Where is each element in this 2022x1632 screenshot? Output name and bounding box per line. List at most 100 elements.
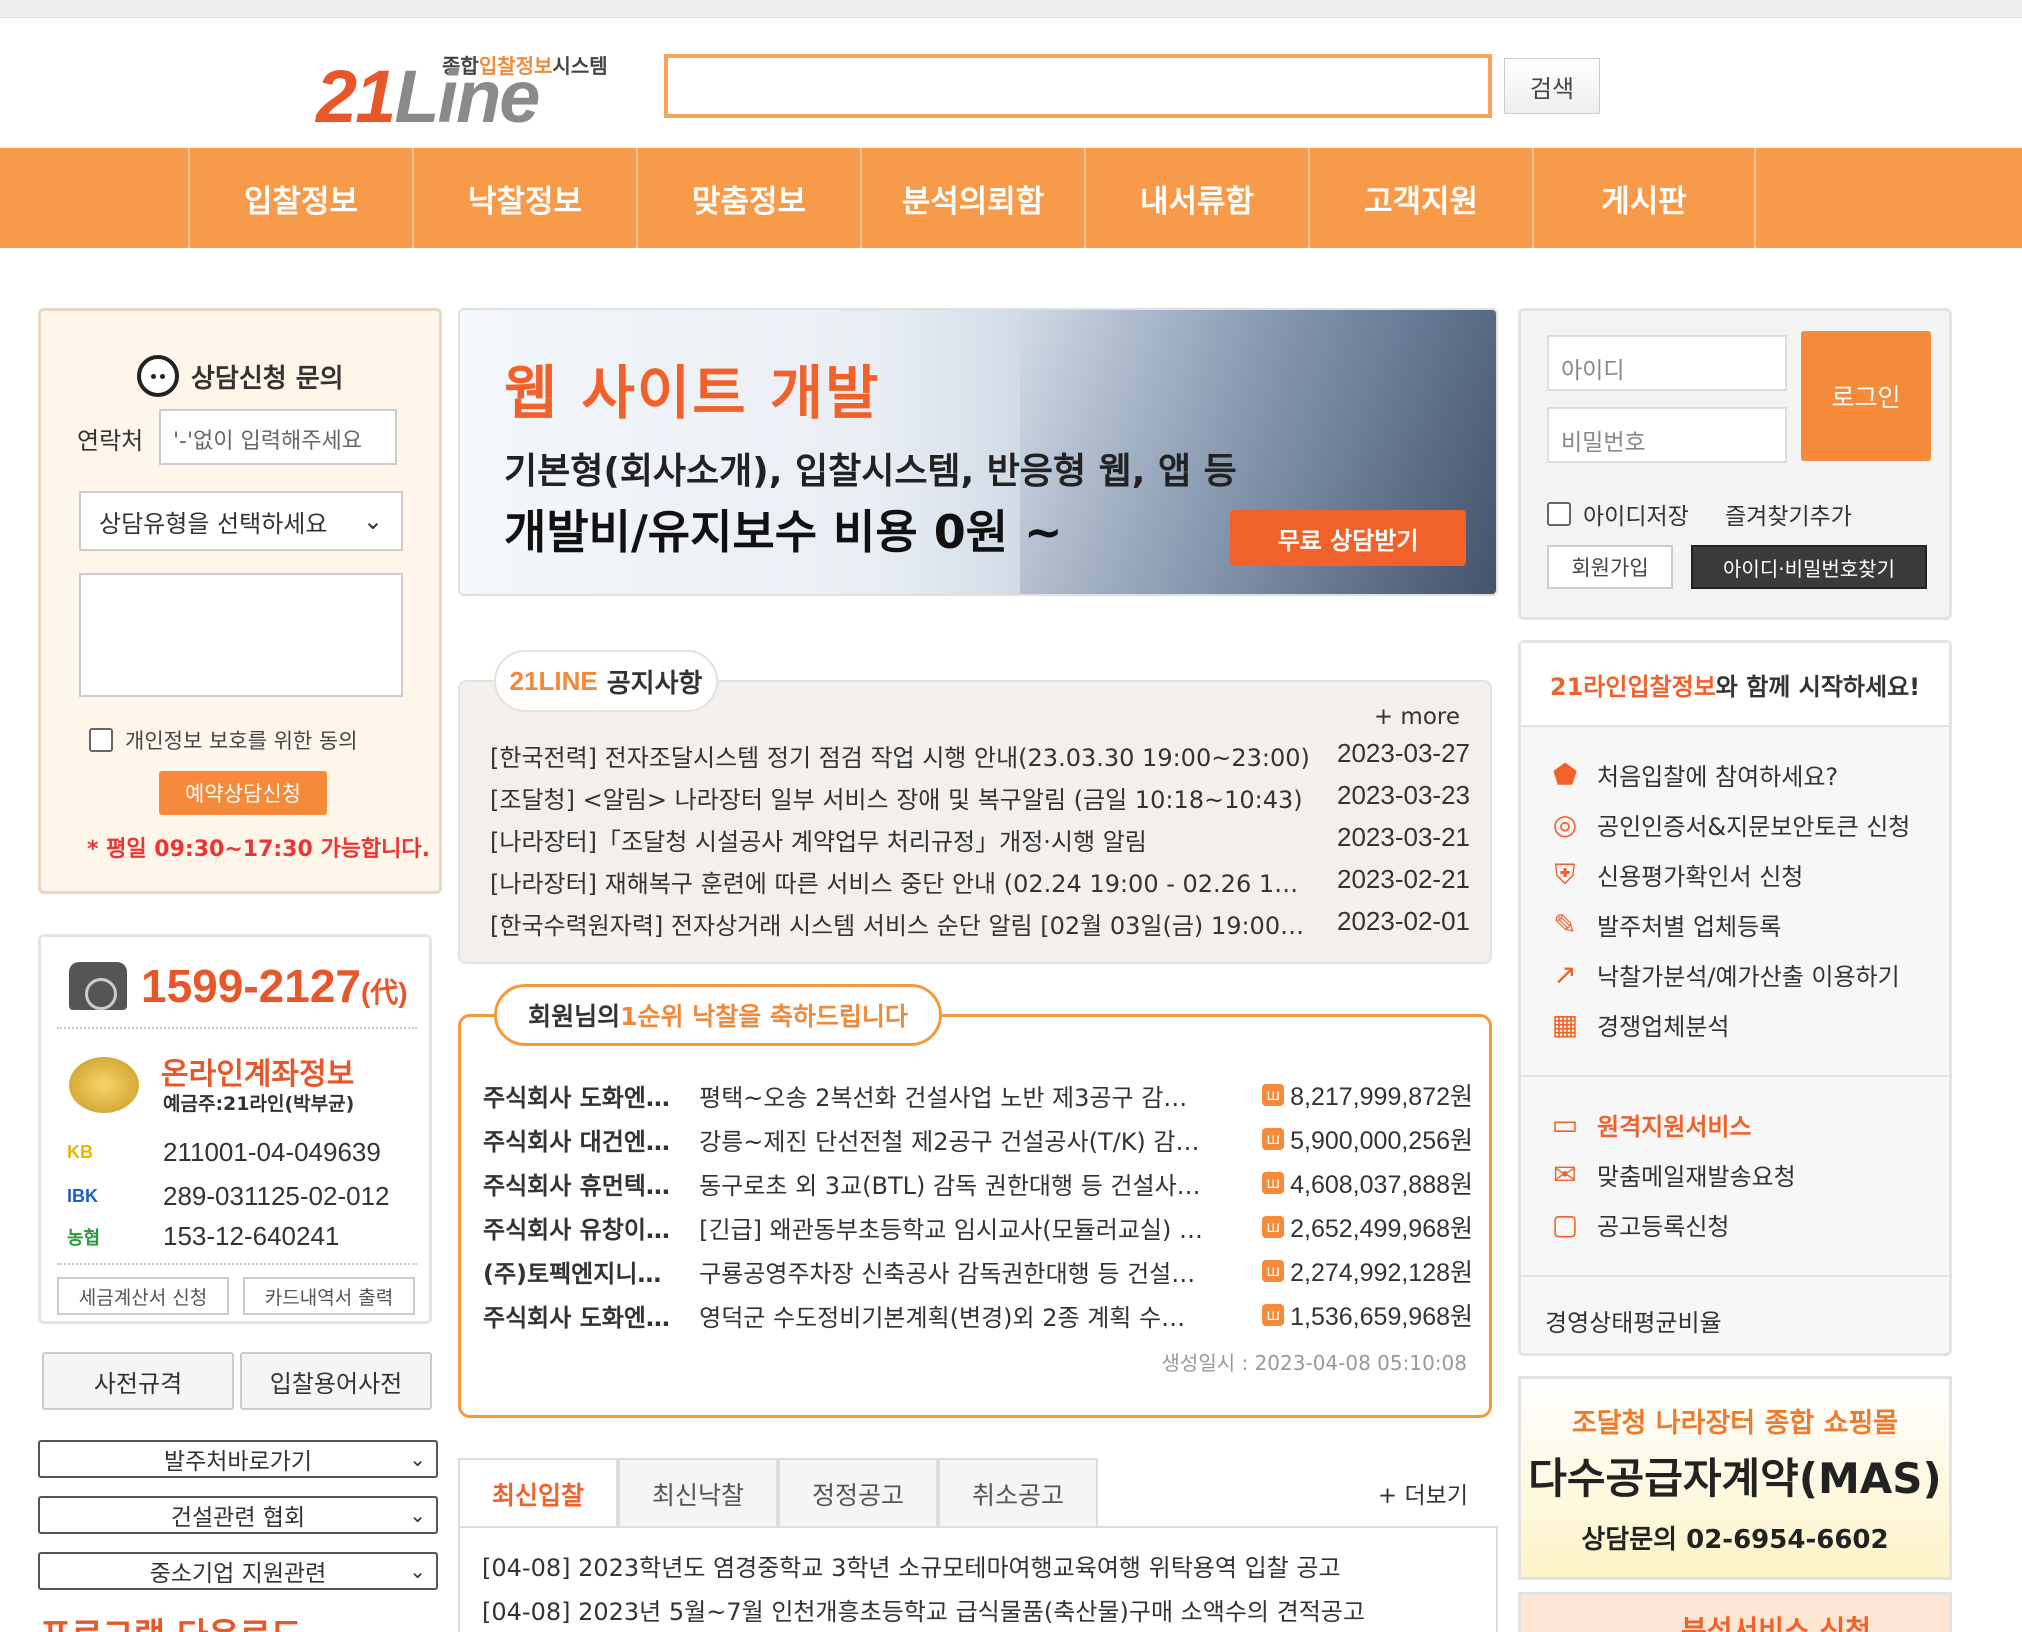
nav-board[interactable]: 게시판 xyxy=(1532,148,1756,248)
fingerprint-icon: ◎ xyxy=(1552,808,1578,841)
won-icon: ш xyxy=(1262,1172,1285,1194)
guide-client-register[interactable]: ✎ 발주처별 업체등록 xyxy=(1547,907,1781,942)
login-panel: 아이디 비밀번호 로그인 아이디저장 즐겨찾기추가 회원가입 아이디·비밀번호찾… xyxy=(1518,308,1952,620)
analysis-service-banner[interactable]: 분석서비스 신청 xyxy=(1518,1592,1952,1632)
join-button[interactable]: 회원가입 xyxy=(1547,545,1673,589)
reserve-consult-button[interactable]: 예약상담신청 xyxy=(159,771,327,815)
contact-field[interactable]: '-'없이 입력해주세요 xyxy=(159,409,397,465)
tax-invoice-button[interactable]: 세금계산서 신청 xyxy=(57,1277,229,1315)
privacy-agree[interactable]: 개인정보 보호를 위한 동의 xyxy=(89,725,358,755)
won-icon: ш xyxy=(1262,1084,1285,1106)
search-input[interactable] xyxy=(664,54,1492,118)
nav-my-docs[interactable]: 내서류함 xyxy=(1084,148,1308,248)
kb-logo-icon: KB xyxy=(67,1142,93,1162)
tab-latest-awards[interactable]: 최신낙찰 xyxy=(618,1458,778,1528)
web-dev-banner[interactable]: 웹 사이트 개발 기본형(회사소개), 입찰시스템, 반응형 웹, 앱 등 개발… xyxy=(458,308,1498,596)
nav-award-info[interactable]: 낙찰정보 xyxy=(412,148,636,248)
monitor-icon: ▭ xyxy=(1551,1108,1579,1141)
guide-mail-resend[interactable]: ✉ 맞춤메일재발송요청 xyxy=(1547,1157,1795,1192)
site-logo[interactable]: 종합입찰정보시스템 21Line xyxy=(316,46,626,136)
smile-icon xyxy=(137,355,179,397)
hours-note: * 평일 09:30~17:30 가능합니다. xyxy=(87,837,431,862)
logo-wordmark: 21Line xyxy=(316,55,540,138)
nav-support[interactable]: 고객지원 xyxy=(1308,148,1532,248)
sme-support-select[interactable]: 중소기업 지원관련 ⌄ xyxy=(38,1552,438,1590)
winner-row[interactable]: 주식회사 도화엔지니어링평택~오송 2복선화 건설사업 노반 제3공구 감리용역… xyxy=(483,1073,1473,1117)
winner-row[interactable]: 주식회사 유창이앤씨 [긴급] 왜관동부초등학교 임시교사(모듈러교실) 임대 ш 2… xyxy=(483,1205,1473,1249)
bank-row: KB 211001-04-049639 xyxy=(67,1137,381,1167)
guide-competitor[interactable]: ▦ 경쟁업체분석 xyxy=(1547,1007,1730,1042)
guide-certificate[interactable]: ◎ 공인인증서&지문보안토큰 신청 xyxy=(1547,807,1911,842)
login-button[interactable]: 로그인 xyxy=(1801,331,1931,461)
bid-more-link[interactable]: + 더보기 xyxy=(1378,1476,1468,1510)
nav-custom-info[interactable]: 맞춤정보 xyxy=(636,148,860,248)
won-icon: ш xyxy=(1262,1304,1285,1326)
mas-line2: 다수공급자계약(MAS) xyxy=(1528,1454,1942,1503)
notice-row[interactable]: [나라장터] 재해복구 훈련에 따른 서비스 중단 안내 (02.24 19:0… xyxy=(490,864,1470,906)
client-shortcut-select[interactable]: 발주처바로가기 ⌄ xyxy=(38,1440,438,1478)
business-ratio-link[interactable]: 경영상태평균비율 xyxy=(1545,1303,1722,1338)
bank-row: IBK 289-031125-02-012 xyxy=(67,1181,390,1211)
tab-cancellations[interactable]: 취소공고 xyxy=(938,1458,1098,1528)
divider xyxy=(57,1027,417,1029)
notice-row[interactable]: [나라장터]「조달청 시설공사 계약업무 처리규정」개정·시행 알림 2023-0… xyxy=(490,822,1470,864)
save-id-checkbox[interactable] xyxy=(1547,502,1571,526)
won-icon: ш xyxy=(1262,1216,1285,1238)
guide-first-bid[interactable]: ⬟ 처음입찰에 참여하세요? xyxy=(1547,757,1838,792)
consult-message-textarea[interactable] xyxy=(79,573,403,697)
search-button[interactable]: 검색 xyxy=(1504,58,1600,114)
coins-icon xyxy=(69,1057,139,1113)
save-id-option[interactable]: 아이디저장 xyxy=(1547,497,1689,531)
notice-row[interactable]: [한국수력원자력] 전자상거래 시스템 서비스 순단 알림 [02월 03일(금… xyxy=(490,906,1470,948)
program-download-heading[interactable]: 프로그램 다운로드 xyxy=(40,1608,302,1632)
nav-bid-info[interactable]: 입찰정보 xyxy=(188,148,412,248)
tab-latest-bids[interactable]: 최신입찰 xyxy=(458,1458,618,1528)
guide-notice-register[interactable]: ▢ 공고등록신청 xyxy=(1547,1207,1730,1242)
notice-panel: + more [한국전력] 전자조달시스템 정기 점검 작업 시행 안내(23.… xyxy=(458,680,1492,964)
bank-row: 농협 153-12-640241 xyxy=(67,1221,340,1251)
guide-remote-support[interactable]: ▭ 원격지원서비스 xyxy=(1547,1107,1752,1142)
consult-type-select[interactable]: 상담유형을 선택하세요 ⌄ xyxy=(79,491,403,551)
bid-dictionary-button[interactable]: 입찰용어사전 xyxy=(240,1352,432,1410)
notice-tab: 21LINE 공지사항 xyxy=(494,650,718,712)
find-account-button[interactable]: 아이디·비밀번호찾기 xyxy=(1691,545,1927,589)
add-favorite-link[interactable]: 즐겨찾기추가 xyxy=(1725,497,1852,531)
chevron-down-icon: ⌄ xyxy=(409,1447,426,1471)
mas-banner[interactable]: 조달청 나라장터 종합 쇼핑몰 다수공급자계약(MAS) 상담문의 02-695… xyxy=(1518,1376,1952,1580)
user-id-field[interactable]: 아이디 xyxy=(1547,335,1787,391)
winner-row[interactable]: (주)토펙엔지니어링 구룡공영주차장 신축공사 감독권한대행 등 건설사업관리 ш 2… xyxy=(483,1249,1473,1293)
building-icon: ▦ xyxy=(1551,1008,1579,1041)
banner-title: 웹 사이트 개발 xyxy=(504,359,881,427)
notice-row[interactable]: [한국전력] 전자조달시스템 정기 점검 작업 시행 안내(23.03.30 1… xyxy=(490,738,1470,780)
chevron-down-icon: ⌄ xyxy=(362,507,383,535)
nh-logo-icon: 농협 xyxy=(67,1227,101,1248)
tab-corrections[interactable]: 정정공고 xyxy=(778,1458,938,1528)
price-spec-button[interactable]: 사전규격 xyxy=(42,1352,234,1410)
guide-credit-rating[interactable]: ⛨ 신용평가확인서 신청 xyxy=(1547,857,1803,892)
winner-row[interactable]: 주식회사 도화엔지니어링영덕군 수도정비기본계획(변경)외 2종 계획 수립용역… xyxy=(483,1293,1473,1337)
notice-row[interactable]: [조달청] <알림> 나라장터 일부 서비스 장애 및 복구알림 (금일 10:… xyxy=(490,780,1470,822)
free-consult-button[interactable]: 무료 상담받기 xyxy=(1230,510,1466,566)
card-statement-button[interactable]: 카드내역서 출력 xyxy=(243,1277,415,1315)
list-item[interactable]: [04-08] 2023년 5월~7월 인천개흥초등학교 급식물품(축산물)구매… xyxy=(482,1592,1365,1627)
privacy-checkbox[interactable] xyxy=(89,728,113,752)
phone-number: 1599-2127(代) xyxy=(141,960,408,1012)
bid-list: [04-08] 2023학년도 염경중학교 3학년 소규모테마여행교육여행 위탁… xyxy=(458,1526,1498,1632)
chevron-down-icon: ⌄ xyxy=(409,1503,426,1527)
bid-tabs: 최신입찰 최신낙찰 정정공고 취소공고 + 더보기 xyxy=(458,1458,1498,1530)
mail-icon: ✉ xyxy=(1553,1158,1577,1191)
winners-panel: 주식회사 도화엔지니어링평택~오송 2복선화 건설사업 노반 제3공구 감리용역… xyxy=(458,1014,1492,1418)
notice-more-link[interactable]: + more xyxy=(1374,704,1460,730)
divider xyxy=(1521,1075,1949,1077)
guide-award-analysis[interactable]: ↗ 낙찰가분석/예가산출 이용하기 xyxy=(1547,957,1900,992)
nav-analysis[interactable]: 분석의뢰함 xyxy=(860,148,1084,248)
list-item[interactable]: [04-08] 2023학년도 염경중학교 3학년 소규모테마여행교육여행 위탁… xyxy=(482,1548,1341,1583)
trend-icon: ↗ xyxy=(1553,958,1577,991)
construction-assoc-select[interactable]: 건설관련 협회 ⌄ xyxy=(38,1496,438,1534)
created-time: 생성일시 : 2023-04-08 05:10:08 xyxy=(1161,1351,1467,1375)
winner-row[interactable]: 주식회사 휴먼텍코리아동구로초 외 3교(BTL) 감독 권한대행 등 건설사업… xyxy=(483,1161,1473,1205)
mas-line3: 상담문의 02-6954-6602 xyxy=(1581,1525,1889,1555)
password-field[interactable]: 비밀번호 xyxy=(1547,407,1787,463)
winner-row[interactable]: 주식회사 대건엔지니어링강릉~제진 단선전철 제2공구 건설공사(T/K) 감리… xyxy=(483,1117,1473,1161)
account-title: 온라인계좌정보 xyxy=(161,1057,355,1092)
